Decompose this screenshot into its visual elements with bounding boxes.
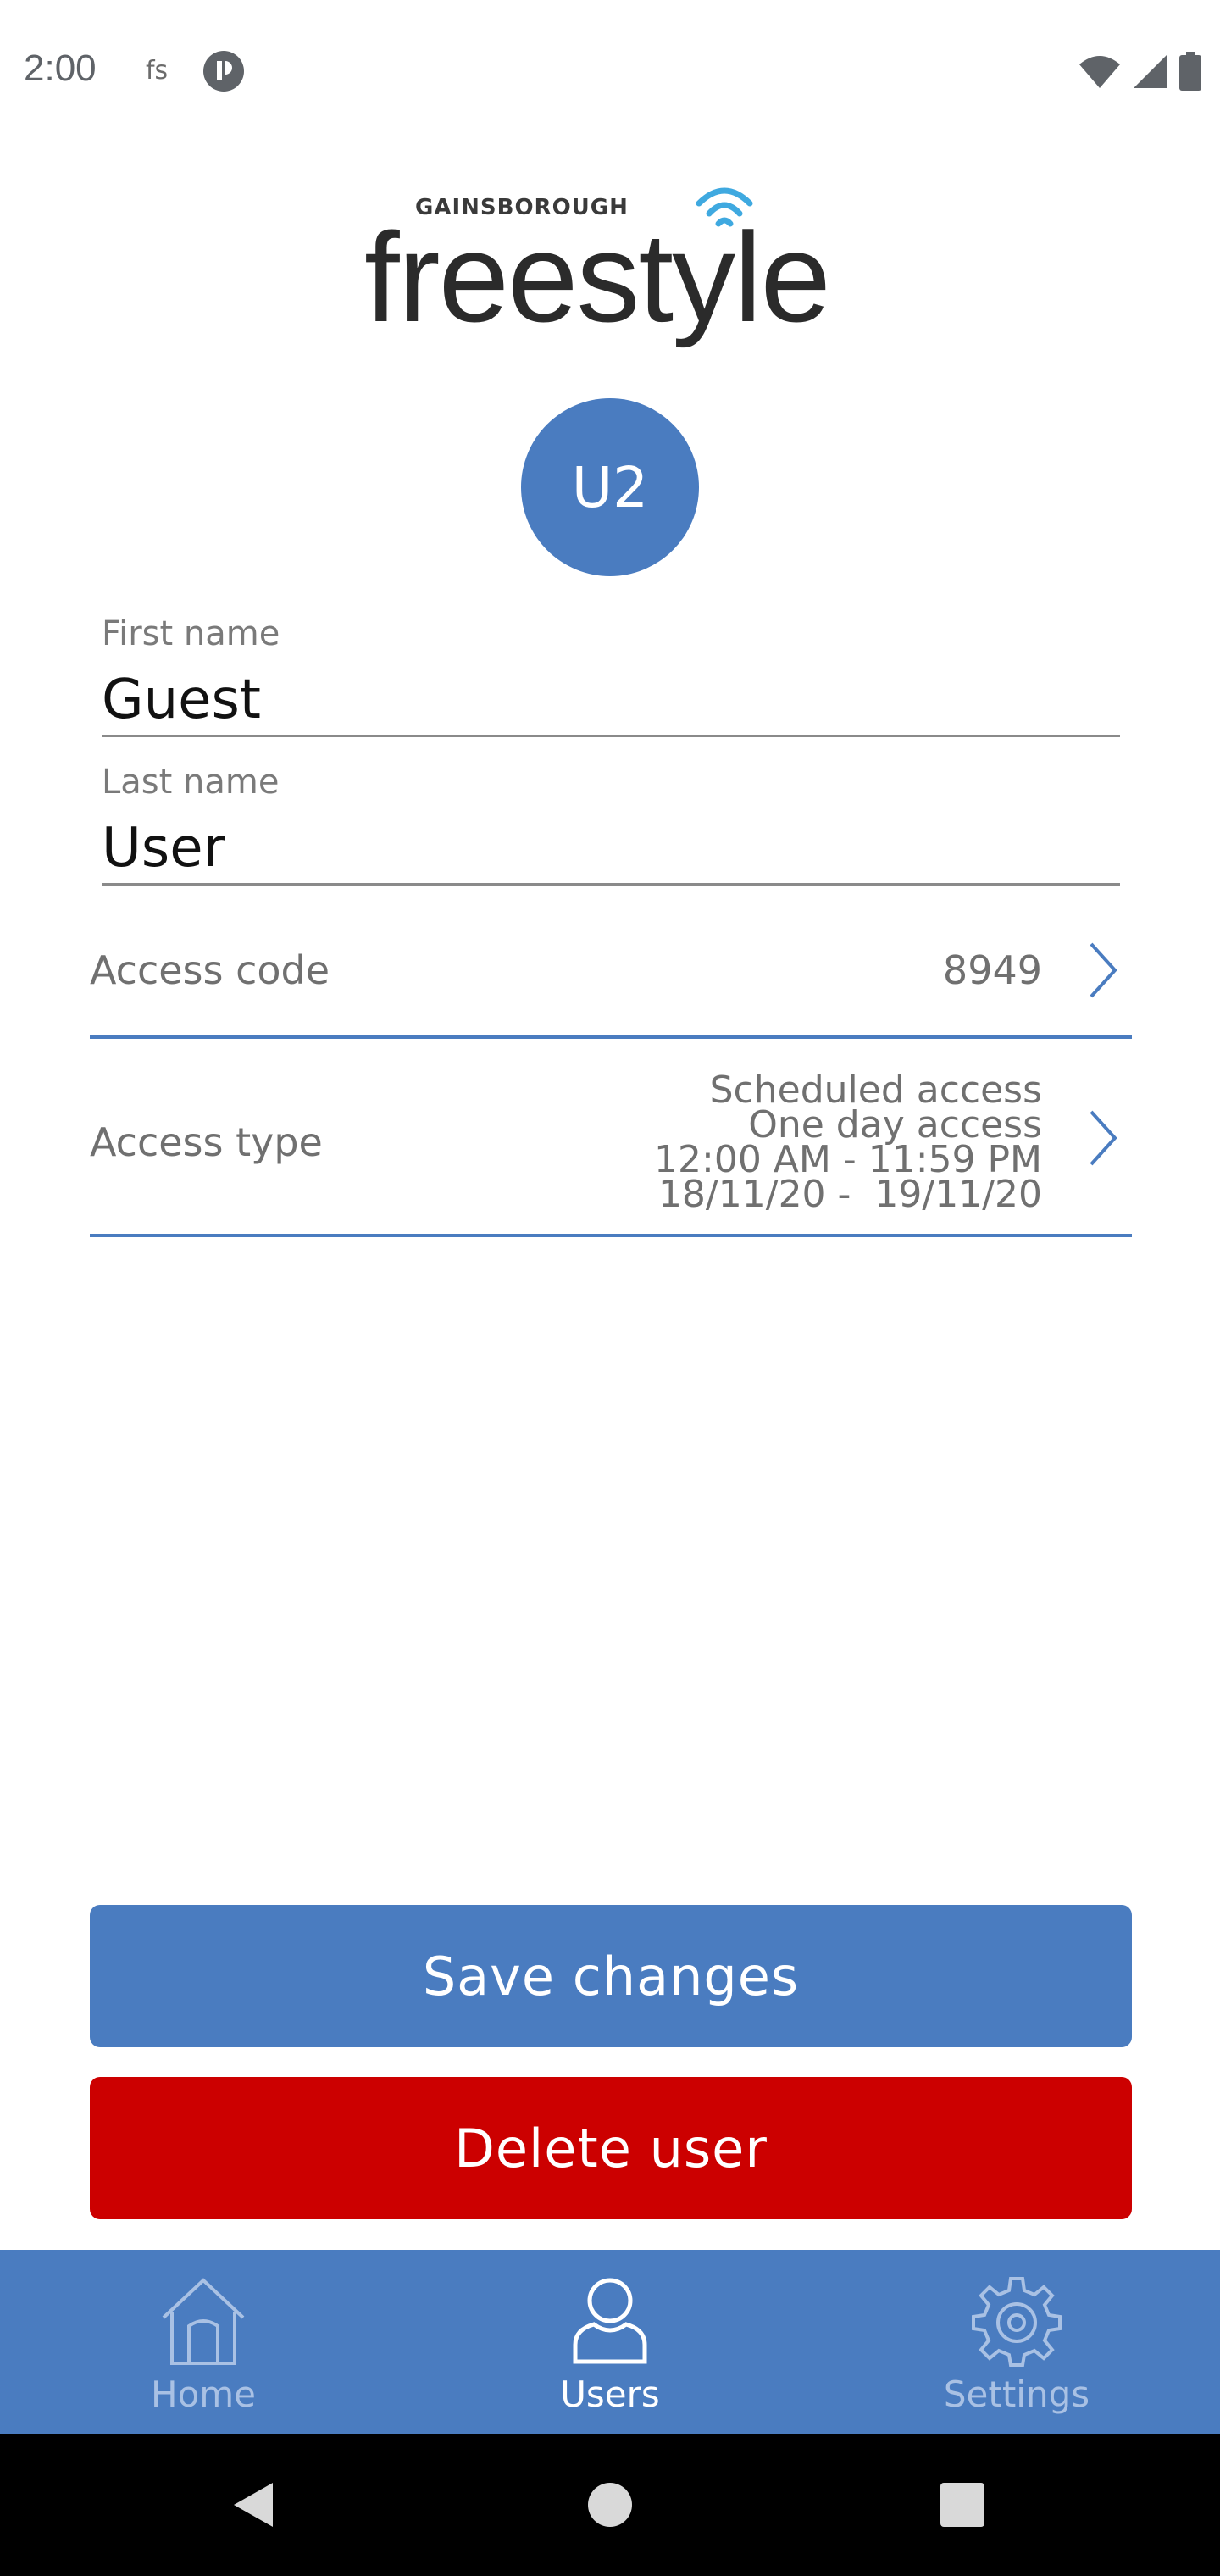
access-type-details: Scheduled access One day access 12:00 AM… (654, 1069, 1042, 1216)
access-type-row[interactable]: Access type Scheduled access One day acc… (90, 1039, 1132, 1237)
battery-icon (1179, 52, 1201, 91)
nav-home[interactable]: Home (0, 2250, 407, 2434)
nav-settings[interactable]: Settings (813, 2250, 1220, 2434)
chevron-right-icon (1090, 1110, 1117, 1166)
home-icon (162, 2278, 245, 2365)
access-type-line: 18/11/20 - 19/11/20 (657, 1173, 1042, 1216)
last-name-field: Last name (102, 763, 1120, 886)
signal-icon (1134, 54, 1167, 88)
bottom-navigation: Home Users Settings (0, 2250, 1220, 2434)
access-type-line: Scheduled access (709, 1069, 1042, 1112)
avatar-initials: U2 (571, 454, 649, 520)
last-name-label: Last name (102, 763, 280, 802)
gainsborough-freestyle-logo: GAINSBOROUGH freestyle (356, 169, 864, 341)
access-type-line: 12:00 AM - 11:59 PM (654, 1138, 1042, 1181)
save-changes-button[interactable]: Save changes (90, 1905, 1132, 2047)
app-notification-icon (203, 51, 244, 92)
gear-icon (972, 2277, 1062, 2367)
last-name-input[interactable] (102, 817, 1120, 880)
back-icon[interactable] (227, 2478, 281, 2532)
status-time: 2:00 (24, 47, 97, 89)
user-icon (573, 2278, 647, 2364)
home-button-icon[interactable] (583, 2478, 637, 2532)
access-code-value: 8949 (942, 947, 1042, 993)
first-name-field: First name (102, 614, 1120, 737)
status-bar: 2:00 fs (0, 0, 1220, 144)
first-name-input[interactable] (102, 669, 1120, 731)
access-code-row[interactable]: Access code 8949 (90, 915, 1132, 1039)
chevron-right-icon (1090, 942, 1117, 998)
access-type-line: One day access (748, 1103, 1042, 1146)
avatar: U2 (521, 398, 699, 576)
nav-home-label: Home (150, 2373, 257, 2415)
nav-users-label: Users (560, 2373, 660, 2415)
delete-user-button[interactable]: Delete user (90, 2077, 1132, 2219)
access-type-label: Access type (90, 1119, 323, 1165)
access-code-label: Access code (90, 947, 330, 993)
first-name-label: First name (102, 614, 280, 653)
logo-brand-main: freestyle (364, 206, 831, 348)
wifi-icon (1079, 56, 1120, 88)
system-navigation-bar (0, 2434, 1220, 2576)
last-name-underline (102, 883, 1120, 886)
nav-users[interactable]: Users (407, 2250, 813, 2434)
recents-icon[interactable] (935, 2478, 990, 2532)
fs-notification-icon: fs (146, 56, 169, 86)
status-icons (1078, 49, 1201, 93)
first-name-underline (102, 735, 1120, 737)
nav-settings-label: Settings (943, 2373, 1090, 2415)
